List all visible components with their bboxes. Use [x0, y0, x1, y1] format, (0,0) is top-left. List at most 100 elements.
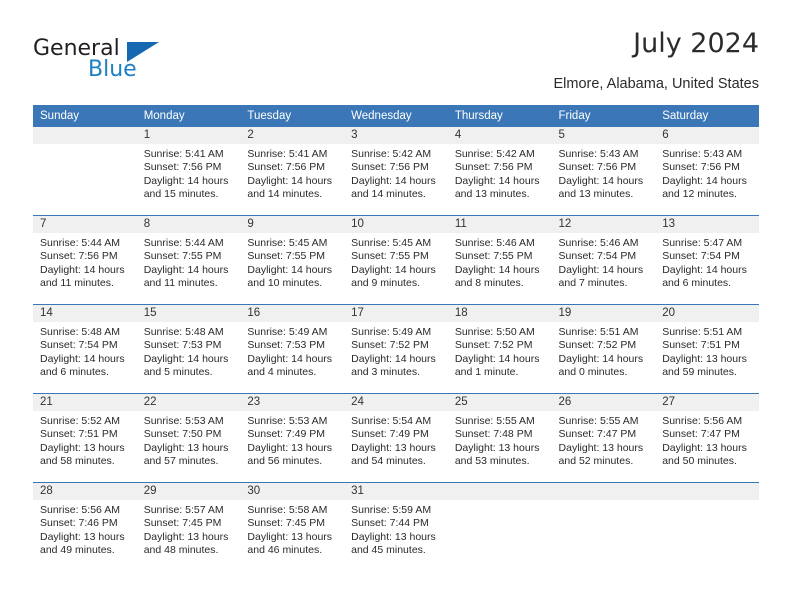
sunrise-text: Sunrise: 5:53 AM	[143, 415, 224, 427]
day-cell[interactable]: 13 Sunrise: 5:47 AM Sunset: 7:54 PM Dayligh…	[655, 215, 759, 305]
daylight-text-line2: and 46 minutes.	[247, 544, 323, 557]
day-cell[interactable]: 1 Sunrise: 5:41 AM Sunset: 7:56 PM Daylight…	[136, 127, 241, 216]
day-number	[655, 483, 759, 500]
sunrise-text: Sunrise: 5:46 AM	[558, 237, 639, 249]
brand-name-blue: Blue	[88, 57, 137, 82]
daylight-text-line2: and 7 minutes.	[558, 277, 628, 290]
day-cell[interactable]: 18 Sunrise: 5:50 AM Sunset: 7:52 PM Dayligh…	[447, 304, 552, 394]
calendar-page: General Blue July 2024 Elmore, Alabama, …	[0, 0, 792, 612]
day-number: 3	[344, 127, 448, 144]
daylight-text-line2: and 14 minutes.	[247, 188, 323, 201]
day-cell[interactable]: 20 Sunrise: 5:51 AM Sunset: 7:51 PM Dayligh…	[655, 304, 759, 394]
daylight-text-line2: and 59 minutes.	[662, 366, 737, 379]
sunset-text: Sunset: 7:55 PM	[247, 250, 326, 263]
daylight-text-line2: and 49 minutes.	[40, 544, 115, 557]
sunset-text: Sunset: 7:54 PM	[40, 339, 118, 352]
day-cell[interactable]: 3 Sunrise: 5:42 AM Sunset: 7:56 PM Daylight…	[344, 127, 448, 216]
day-number: 12	[551, 216, 656, 233]
day-cell[interactable]: 24 Sunrise: 5:54 AM Sunset: 7:49 PM Dayligh…	[344, 393, 448, 483]
day-cell[interactable]: 23 Sunrise: 5:53 AM Sunset: 7:49 PM Dayligh…	[240, 393, 345, 483]
weekday-header-tuesday: Tuesday	[240, 105, 345, 127]
week-row: 21 Sunrise: 5:52 AM Sunset: 7:51 PM Dayligh…	[33, 393, 759, 483]
weekday-header-wednesday: Wednesday	[344, 105, 448, 127]
sunset-text: Sunset: 7:45 PM	[143, 517, 222, 530]
sunset-text: Sunset: 7:47 PM	[558, 428, 637, 441]
day-cell[interactable]: 16 Sunrise: 5:49 AM Sunset: 7:53 PM Dayligh…	[240, 304, 345, 394]
sunrise-text: Sunrise: 5:56 AM	[40, 504, 120, 516]
week-row: 7 Sunrise: 5:44 AM Sunset: 7:56 PM Daylight…	[33, 215, 759, 305]
day-cell[interactable]: 7 Sunrise: 5:44 AM Sunset: 7:56 PM Daylight…	[33, 215, 137, 305]
sunrise-text: Sunrise: 5:56 AM	[662, 415, 743, 427]
day-cell[interactable]	[655, 482, 759, 571]
day-number: 10	[344, 216, 448, 233]
daylight-text-line2: and 6 minutes.	[40, 366, 109, 379]
daylight-text-line2: and 12 minutes.	[662, 188, 737, 201]
day-cell[interactable]: 27 Sunrise: 5:56 AM Sunset: 7:47 PM Dayligh…	[655, 393, 759, 483]
day-number: 9	[240, 216, 345, 233]
sunrise-text: Sunrise: 5:46 AM	[454, 237, 535, 249]
day-cell[interactable]: 25 Sunrise: 5:55 AM Sunset: 7:48 PM Dayligh…	[447, 393, 552, 483]
sunset-text: Sunset: 7:47 PM	[662, 428, 740, 441]
sunrise-text: Sunrise: 5:49 AM	[247, 326, 328, 338]
day-cell[interactable]: 29 Sunrise: 5:57 AM Sunset: 7:45 PM Dayligh…	[136, 482, 241, 571]
day-cell[interactable]: 5 Sunrise: 5:43 AM Sunset: 7:56 PM Daylight…	[551, 127, 656, 216]
sunrise-text: Sunrise: 5:52 AM	[40, 415, 120, 427]
day-cell[interactable]: 6 Sunrise: 5:43 AM Sunset: 7:56 PM Daylight…	[655, 127, 759, 216]
daylight-text-line2: and 54 minutes.	[351, 455, 426, 468]
sunset-text: Sunset: 7:48 PM	[454, 428, 533, 441]
sunrise-text: Sunrise: 5:45 AM	[351, 237, 432, 249]
day-cell[interactable]: 4 Sunrise: 5:42 AM Sunset: 7:56 PM Daylight…	[447, 127, 552, 216]
calendar-body: 1 Sunrise: 5:41 AM Sunset: 7:56 PM Daylight…	[33, 127, 759, 571]
day-cell[interactable]: 17 Sunrise: 5:49 AM Sunset: 7:52 PM Dayligh…	[344, 304, 448, 394]
daylight-text-line1: Daylight: 14 hours	[143, 263, 229, 276]
sunset-text: Sunset: 7:56 PM	[247, 161, 326, 174]
page-title: July 2024	[633, 28, 759, 59]
day-cell[interactable]: 30 Sunrise: 5:58 AM Sunset: 7:45 PM Dayligh…	[240, 482, 345, 571]
day-cell[interactable]: 12 Sunrise: 5:46 AM Sunset: 7:54 PM Dayligh…	[551, 215, 656, 305]
weekday-header-saturday: Saturday	[655, 105, 759, 127]
day-cell[interactable]: 21 Sunrise: 5:52 AM Sunset: 7:51 PM Dayligh…	[33, 393, 137, 483]
day-number: 15	[136, 305, 241, 322]
daylight-text-line1: Daylight: 14 hours	[40, 263, 125, 276]
day-number	[33, 127, 137, 144]
location-subtitle: Elmore, Alabama, United States	[553, 76, 759, 92]
sunrise-text: Sunrise: 5:59 AM	[351, 504, 432, 516]
week-row: 28 Sunrise: 5:56 AM Sunset: 7:46 PM Dayligh…	[33, 482, 759, 571]
weekday-header-monday: Monday	[136, 105, 241, 127]
day-cell[interactable]: 28 Sunrise: 5:56 AM Sunset: 7:46 PM Dayligh…	[33, 482, 137, 571]
day-number: 20	[655, 305, 759, 322]
daylight-text-line1: Daylight: 13 hours	[351, 530, 436, 543]
day-cell[interactable]: 14 Sunrise: 5:48 AM Sunset: 7:54 PM Dayligh…	[33, 304, 137, 394]
daylight-text-line2: and 6 minutes.	[662, 277, 732, 290]
day-number: 14	[33, 305, 137, 322]
day-cell[interactable]: 15 Sunrise: 5:48 AM Sunset: 7:53 PM Dayligh…	[136, 304, 241, 394]
day-cell[interactable]	[33, 127, 137, 216]
day-cell[interactable]: 2 Sunrise: 5:41 AM Sunset: 7:56 PM Daylight…	[240, 127, 345, 216]
daylight-text-line1: Daylight: 13 hours	[143, 530, 229, 543]
daylight-text-line1: Daylight: 14 hours	[662, 174, 747, 187]
daylight-text-line2: and 5 minutes.	[143, 366, 213, 379]
daylight-text-line1: Daylight: 14 hours	[351, 174, 436, 187]
sunset-text: Sunset: 7:56 PM	[143, 161, 222, 174]
brand-logo[interactable]: General Blue	[33, 36, 233, 88]
day-number: 23	[240, 394, 345, 411]
sunrise-text: Sunrise: 5:41 AM	[247, 148, 328, 160]
day-cell[interactable]	[551, 482, 656, 571]
day-cell[interactable]: 10 Sunrise: 5:45 AM Sunset: 7:55 PM Dayligh…	[344, 215, 448, 305]
sunrise-text: Sunrise: 5:54 AM	[351, 415, 432, 427]
sunrise-text: Sunrise: 5:50 AM	[454, 326, 535, 338]
day-number: 18	[447, 305, 552, 322]
sunset-text: Sunset: 7:56 PM	[454, 161, 533, 174]
day-cell[interactable]: 22 Sunrise: 5:53 AM Sunset: 7:50 PM Dayligh…	[136, 393, 241, 483]
day-cell[interactable]: 26 Sunrise: 5:55 AM Sunset: 7:47 PM Dayligh…	[551, 393, 656, 483]
daylight-text-line1: Daylight: 14 hours	[40, 352, 125, 365]
day-cell[interactable]	[447, 482, 552, 571]
daylight-text-line1: Daylight: 13 hours	[143, 441, 229, 454]
day-cell[interactable]: 19 Sunrise: 5:51 AM Sunset: 7:52 PM Dayligh…	[551, 304, 656, 394]
day-cell[interactable]: 8 Sunrise: 5:44 AM Sunset: 7:55 PM Daylight…	[136, 215, 241, 305]
day-cell[interactable]: 11 Sunrise: 5:46 AM Sunset: 7:55 PM Dayligh…	[447, 215, 552, 305]
day-cell[interactable]: 31 Sunrise: 5:59 AM Sunset: 7:44 PM Dayligh…	[344, 482, 448, 571]
day-cell[interactable]: 9 Sunrise: 5:45 AM Sunset: 7:55 PM Daylight…	[240, 215, 345, 305]
daylight-text-line1: Daylight: 14 hours	[351, 352, 436, 365]
sunset-text: Sunset: 7:46 PM	[40, 517, 118, 530]
